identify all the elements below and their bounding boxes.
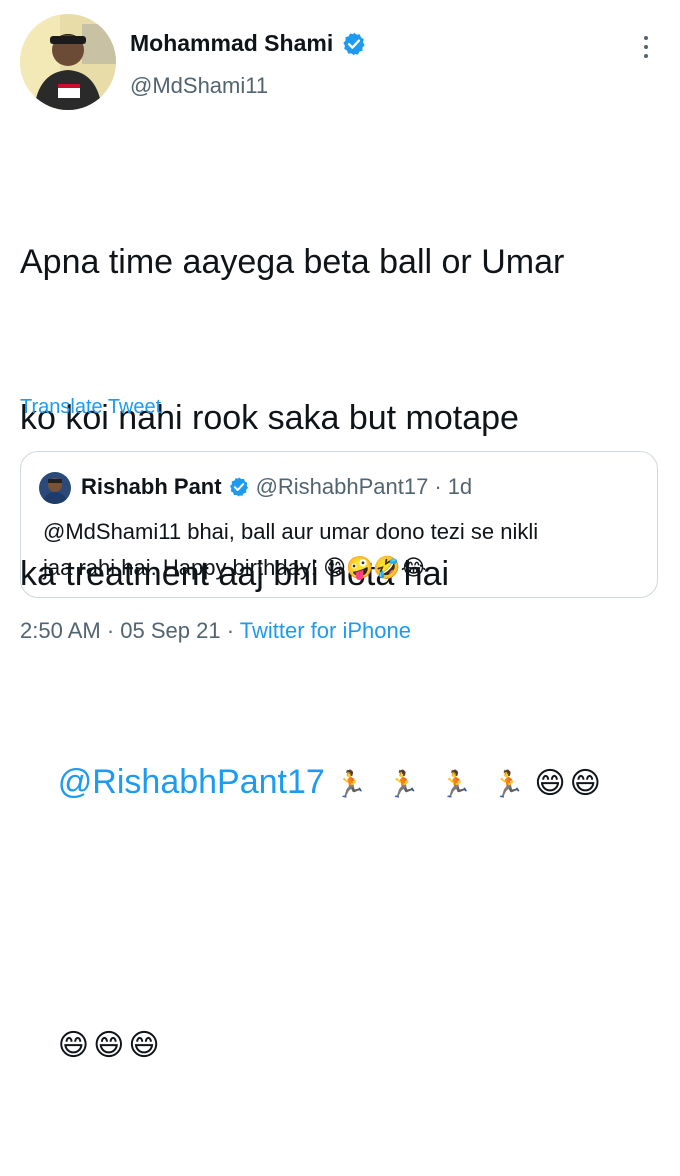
verified-badge-icon [228,476,250,498]
runner-emoji: 🏃 [334,769,368,799]
author-name-row[interactable]: Mohammad Shami [130,30,367,57]
author-avatar[interactable] [20,14,116,110]
author-handle[interactable]: @MdShami11 [130,73,268,99]
translate-tweet-link[interactable]: Translate Tweet [20,396,161,419]
separator-dot: · [226,618,235,643]
grin-emoji: 😄 [93,1029,125,1062]
tweet-line-emojis: 😄 😄 😄 [20,966,670,1124]
quoted-tweet-card[interactable]: Rishabh Pant @RishabhPant17 · 1d @MdSham… [20,451,658,598]
quote-line: @MdShami11 bhai, ball aur umar dono tezi… [43,514,643,550]
grin-emoji: 😄 [128,1029,160,1062]
runner-emoji: 🏃 [387,769,420,799]
quote-text: bhai, ball aur umar dono tezi se nikli [181,519,539,544]
tweet-time[interactable]: 2:50 AM [20,618,101,643]
quote-text: jaa rahi hai. Happy birthday! [43,555,317,580]
tweet-date[interactable]: 05 Sep 21 [120,618,220,643]
quote-author-name[interactable]: Rishabh Pant [81,474,222,500]
tweet-metadata: 2:50 AM · 05 Sep 21 · Twitter for iPhone [20,618,411,644]
tweet-source-link[interactable]: Twitter for iPhone [240,618,411,643]
runner-emoji: 🏃 [491,769,525,799]
quote-author-handle[interactable]: @RishabhPant17 [256,474,429,500]
separator-dot: · [434,474,442,499]
runner-emoji: 🏃 [439,769,472,799]
mention-link[interactable]: @RishabhPant17 [58,763,325,801]
grin-emoji: 😄 [534,767,566,800]
tweet-body: Apna time aayega beta ball or Umar ko ko… [20,132,670,1176]
quote-body: @MdShami11 bhai, ball aur umar dono tezi… [43,514,643,586]
quote-header: Rishabh Pant @RishabhPant17 · 1d [81,474,472,500]
grin-emoji: 😄 [569,767,601,800]
author-display-name[interactable]: Mohammad Shami [130,30,333,57]
quote-line: jaa rahi hai. Happy birthday! 😋🤪🤣😂 [43,550,643,586]
quote-emojis: 😋🤪🤣😂 [323,555,427,580]
tweet-line-mention: @RishabhPant17 🏃 🏃 🏃 🏃 😄 😄 [20,704,670,862]
quote-mention: @MdShami11 [43,519,182,544]
grin-emoji: 😄 [57,1029,90,1062]
separator-dot: · [106,618,115,643]
verified-badge-icon [341,31,367,57]
more-options-icon[interactable] [640,36,652,62]
quote-author-avatar[interactable] [39,472,71,504]
quote-age[interactable]: 1d [448,474,472,500]
tweet-line: Apna time aayega beta ball or Umar [20,243,565,281]
